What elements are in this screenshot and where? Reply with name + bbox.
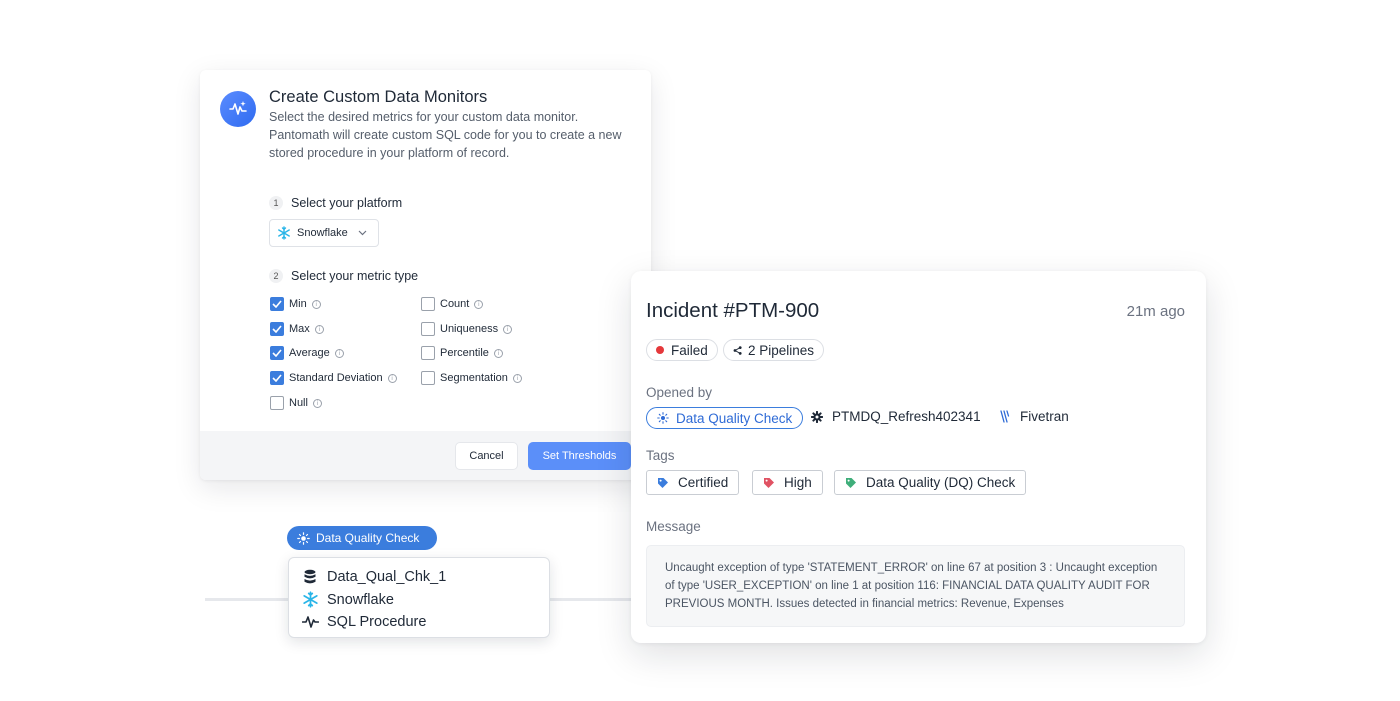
checkbox-unchecked-icon[interactable] bbox=[421, 297, 435, 311]
platform-select-value: Snowflake bbox=[297, 227, 348, 239]
step-number: 2 bbox=[269, 269, 283, 283]
set-thresholds-button[interactable]: Set Thresholds bbox=[528, 442, 631, 470]
info-icon: i bbox=[493, 348, 503, 358]
info-icon: i bbox=[503, 324, 513, 334]
tag-icon bbox=[763, 477, 775, 489]
incident-message: Uncaught exception of type 'STATEMENT_ER… bbox=[646, 545, 1185, 627]
dialog-footer: Cancel Set Thresholds bbox=[200, 431, 651, 480]
node-row-asset: Data_Qual_Chk_1 bbox=[301, 566, 537, 589]
metric-label: Standard Deviation bbox=[289, 372, 383, 384]
opened-by-source[interactable]: Fivetran bbox=[1000, 409, 1069, 424]
snowflake-icon bbox=[277, 226, 291, 240]
checkbox-checked-icon[interactable] bbox=[270, 297, 284, 311]
chevron-down-icon bbox=[358, 228, 367, 239]
tag-label: Certified bbox=[678, 475, 729, 490]
database-icon bbox=[301, 569, 319, 585]
metric-checkbox-uniqueness[interactable]: Uniqueness i bbox=[421, 322, 513, 336]
sparkle-logo-icon bbox=[220, 91, 256, 127]
status-badge[interactable]: Failed bbox=[646, 339, 718, 361]
opened-by-chip-label: Data Quality Check bbox=[676, 410, 793, 426]
tag-high[interactable]: High bbox=[752, 470, 823, 495]
sparkle-icon bbox=[657, 412, 669, 424]
checkbox-unchecked-icon[interactable] bbox=[421, 346, 435, 360]
checkbox-unchecked-icon[interactable] bbox=[421, 371, 435, 385]
opened-by-job[interactable]: PTMDQ_Refresh402341 bbox=[811, 409, 981, 424]
platform-select[interactable]: Snowflake bbox=[269, 219, 379, 247]
checkbox-checked-icon[interactable] bbox=[270, 371, 284, 385]
metric-checkbox-null[interactable]: Null i bbox=[270, 396, 322, 410]
tags-label: Tags bbox=[646, 448, 675, 463]
metric-label: Segmentation bbox=[440, 372, 508, 384]
dialog-description: Select the desired metrics for your cust… bbox=[269, 110, 622, 160]
dialog-title: Create Custom Data Monitors bbox=[269, 88, 488, 106]
step-platform-label: 1 Select your platform bbox=[269, 196, 402, 210]
metric-label: Average bbox=[289, 347, 330, 359]
tag-certified[interactable]: Certified bbox=[646, 470, 740, 495]
badge-label: Data Quality Check bbox=[316, 531, 420, 545]
lineage-node-card[interactable]: Data_Qual_Chk_1 Snowflake SQL Procedure bbox=[288, 557, 550, 638]
fivetran-icon bbox=[1000, 410, 1011, 423]
checkbox-unchecked-icon[interactable] bbox=[421, 322, 435, 336]
metric-checkbox-max[interactable]: Max i bbox=[270, 322, 324, 336]
share-icon bbox=[733, 345, 742, 355]
gear-icon bbox=[811, 410, 823, 423]
node-row-type: SQL Procedure bbox=[301, 611, 537, 634]
metric-label: Count bbox=[440, 298, 470, 310]
failed-dot-icon bbox=[656, 346, 664, 354]
metric-checkbox-segmentation[interactable]: Segmentation i bbox=[421, 371, 522, 385]
tag-label: Data Quality (DQ) Check bbox=[866, 475, 1016, 490]
info-icon: i bbox=[314, 324, 324, 334]
job-label: PTMDQ_Refresh402341 bbox=[832, 409, 981, 424]
message-label: Message bbox=[646, 519, 701, 534]
info-icon: i bbox=[474, 299, 484, 309]
metric-checkbox-percentile[interactable]: Percentile i bbox=[421, 346, 503, 360]
status-label: Failed bbox=[671, 342, 708, 358]
node-label: Snowflake bbox=[327, 591, 394, 608]
metric-checkbox-count[interactable]: Count i bbox=[421, 297, 484, 311]
opened-by-dq-chip[interactable]: Data Quality Check bbox=[646, 407, 804, 429]
tag-icon bbox=[845, 477, 857, 489]
node-label: SQL Procedure bbox=[327, 614, 427, 631]
metric-label: Uniqueness bbox=[440, 323, 499, 335]
pulse-icon bbox=[301, 616, 319, 629]
metric-checkbox-min[interactable]: Min i bbox=[270, 297, 321, 311]
node-row-platform: Snowflake bbox=[301, 589, 537, 612]
info-icon: i bbox=[311, 299, 321, 309]
tag-label: High bbox=[784, 475, 812, 490]
metric-label: Null bbox=[289, 397, 308, 409]
snowflake-icon bbox=[301, 591, 319, 608]
node-label: Data_Qual_Chk_1 bbox=[327, 569, 447, 586]
tag-dq-check[interactable]: Data Quality (DQ) Check bbox=[834, 470, 1027, 495]
metric-label: Min bbox=[289, 298, 307, 310]
metric-label: Max bbox=[289, 323, 310, 335]
info-icon: i bbox=[387, 373, 397, 383]
data-quality-check-badge[interactable]: Data Quality Check bbox=[287, 526, 437, 550]
cancel-button[interactable]: Cancel bbox=[455, 442, 518, 470]
incident-timestamp: 21m ago bbox=[1126, 303, 1185, 320]
checkbox-checked-icon[interactable] bbox=[270, 322, 284, 336]
metric-checkbox-standard-deviation[interactable]: Standard Deviation i bbox=[270, 371, 397, 385]
step-number: 1 bbox=[269, 196, 283, 210]
opened-by-label: Opened by bbox=[646, 385, 713, 400]
incident-title: Incident #PTM-900 bbox=[646, 299, 820, 322]
tag-icon bbox=[657, 477, 669, 489]
step-metric-label: 2 Select your metric type bbox=[269, 269, 418, 283]
metric-checkbox-average[interactable]: Average i bbox=[270, 346, 344, 360]
checkbox-checked-icon[interactable] bbox=[270, 346, 284, 360]
pipelines-label: 2 Pipelines bbox=[748, 342, 815, 358]
info-icon: i bbox=[312, 398, 322, 408]
metric-label: Percentile bbox=[440, 347, 489, 359]
pipelines-badge[interactable]: 2 Pipelines bbox=[723, 339, 825, 361]
create-monitor-dialog: Create Custom Data Monitors Select the d… bbox=[200, 70, 651, 480]
info-icon: i bbox=[512, 373, 522, 383]
checkbox-unchecked-icon[interactable] bbox=[270, 396, 284, 410]
sparkle-icon bbox=[297, 531, 310, 545]
source-label: Fivetran bbox=[1020, 409, 1069, 424]
incident-card: Incident #PTM-900 21m ago Failed 2 Pipel… bbox=[631, 271, 1206, 643]
info-icon: i bbox=[334, 348, 344, 358]
step-text: Select your metric type bbox=[291, 269, 419, 283]
step-text: Select your platform bbox=[291, 196, 403, 210]
